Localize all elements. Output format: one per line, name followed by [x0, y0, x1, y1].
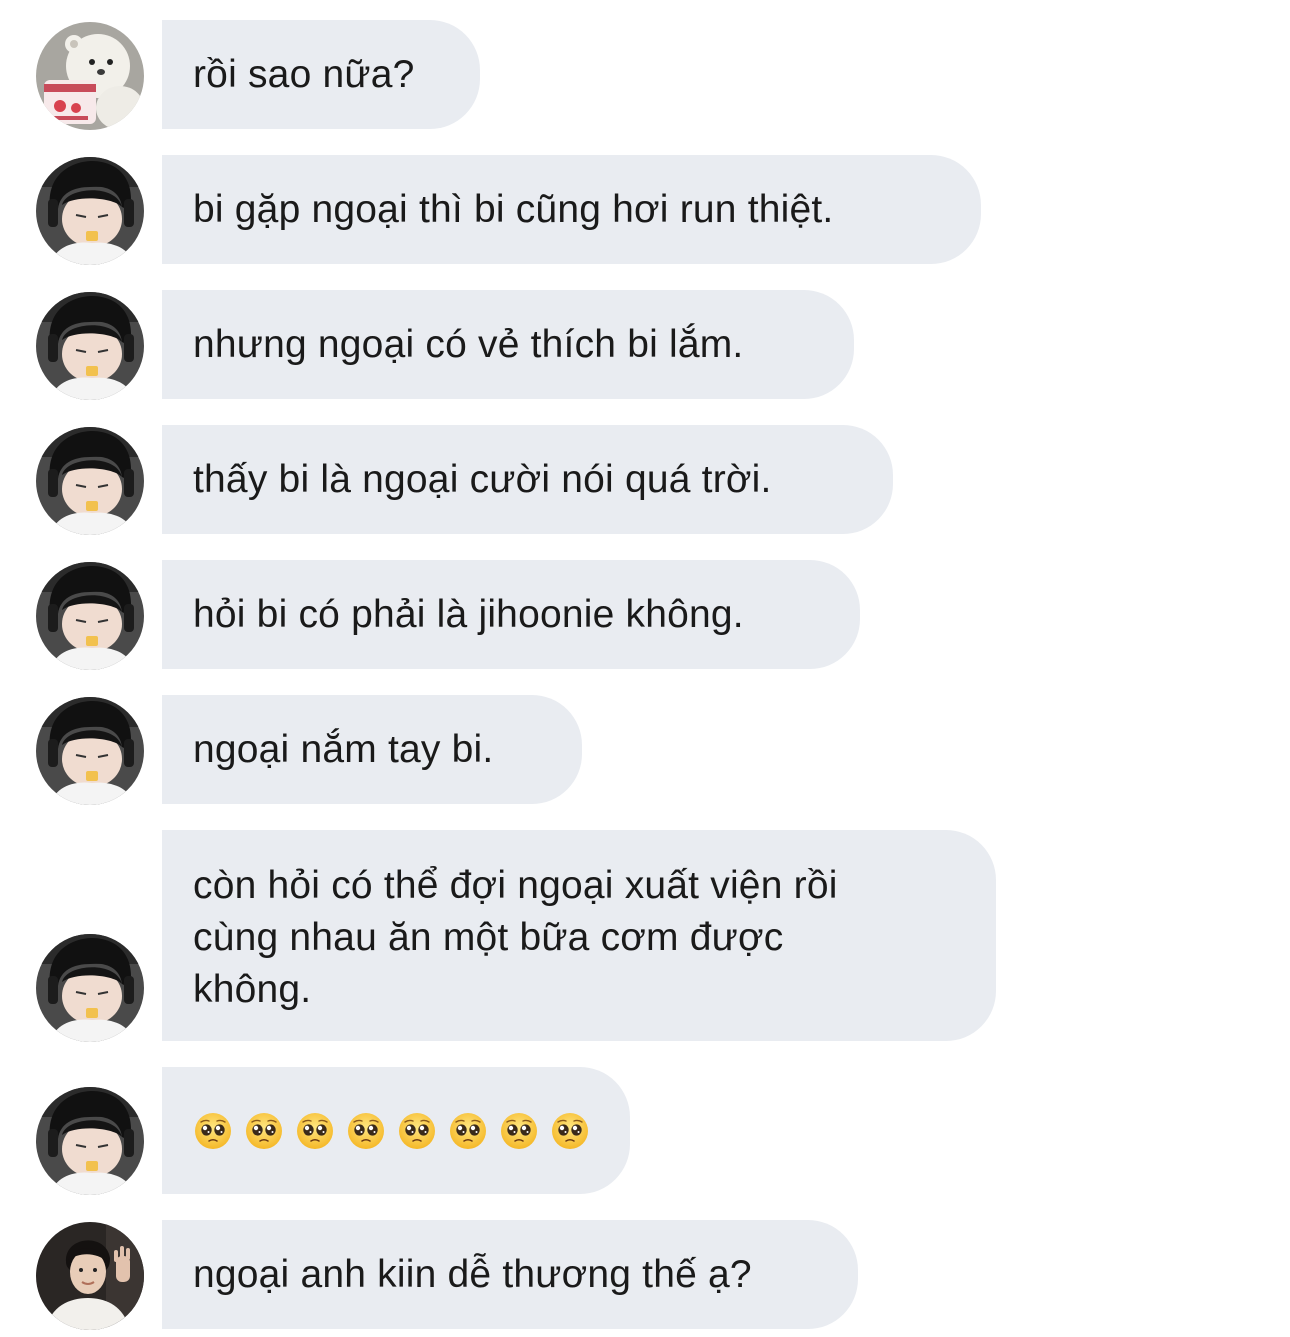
- message-bubble[interactable]: rồi sao nữa?: [162, 20, 480, 129]
- bear-avatar[interactable]: [36, 22, 144, 130]
- boy-avatar[interactable]: [36, 934, 144, 1042]
- boy-avatar-icon: [36, 1087, 144, 1195]
- message-bubble[interactable]: còn hỏi có thể đợi ngoại xuất viện rồi c…: [162, 830, 996, 1041]
- message-bubble[interactable]: bi gặp ngoại thì bi cũng hơi run thiệt.: [162, 155, 981, 264]
- pleading-face-icon: [501, 1112, 537, 1149]
- message-text: ngoại nắm tay bi.: [193, 727, 494, 771]
- boy-avatar-icon: [36, 292, 144, 400]
- bear-avatar-icon: [36, 22, 144, 130]
- message-text: bi gặp ngoại thì bi cũng hơi run thiệt.: [193, 187, 834, 231]
- man-avatar-icon: [36, 1222, 144, 1330]
- boy-avatar-icon: [36, 934, 144, 1042]
- message-bubble[interactable]: hỏi bi có phải là jihoonie không.: [162, 560, 860, 669]
- boy-avatar-icon: [36, 427, 144, 535]
- message-bubble[interactable]: ngoại nắm tay bi.: [162, 695, 582, 804]
- boy-avatar[interactable]: [36, 292, 144, 400]
- message-text: rồi sao nữa?: [193, 52, 415, 96]
- boy-avatar[interactable]: [36, 697, 144, 805]
- pleading-face-icon: [552, 1112, 588, 1149]
- boy-avatar[interactable]: [36, 562, 144, 670]
- man-avatar[interactable]: [36, 1222, 144, 1330]
- message-text: nhưng ngoại có vẻ thích bi lắm.: [193, 322, 744, 366]
- pleading-face-icon: [450, 1112, 486, 1149]
- pleading-face-icon: [246, 1112, 282, 1149]
- pleading-face-icon: [297, 1112, 333, 1149]
- message-text: ngoại anh kiin dễ thương thế ạ?: [193, 1252, 752, 1296]
- boy-avatar[interactable]: [36, 157, 144, 265]
- boy-avatar[interactable]: [36, 427, 144, 535]
- emoji-row: [193, 1111, 590, 1151]
- boy-avatar-icon: [36, 562, 144, 670]
- pleading-face-icon: [399, 1112, 435, 1149]
- message-text: hỏi bi có phải là jihoonie không.: [193, 592, 744, 636]
- boy-avatar[interactable]: [36, 1087, 144, 1195]
- message-text: thấy bi là ngoại cười nói quá trời.: [193, 457, 772, 501]
- pleading-face-icon: [348, 1112, 384, 1149]
- boy-avatar-icon: [36, 157, 144, 265]
- message-bubble[interactable]: nhưng ngoại có vẻ thích bi lắm.: [162, 290, 854, 399]
- message-bubble[interactable]: ngoại anh kiin dễ thương thế ạ?: [162, 1220, 858, 1329]
- boy-avatar-icon: [36, 697, 144, 805]
- message-text: còn hỏi có thể đợi ngoại xuất viện rồi c…: [193, 864, 838, 1011]
- message-bubble[interactable]: thấy bi là ngoại cười nói quá trời.: [162, 425, 893, 534]
- pleading-face-icon: [195, 1112, 231, 1149]
- message-bubble[interactable]: [162, 1067, 630, 1194]
